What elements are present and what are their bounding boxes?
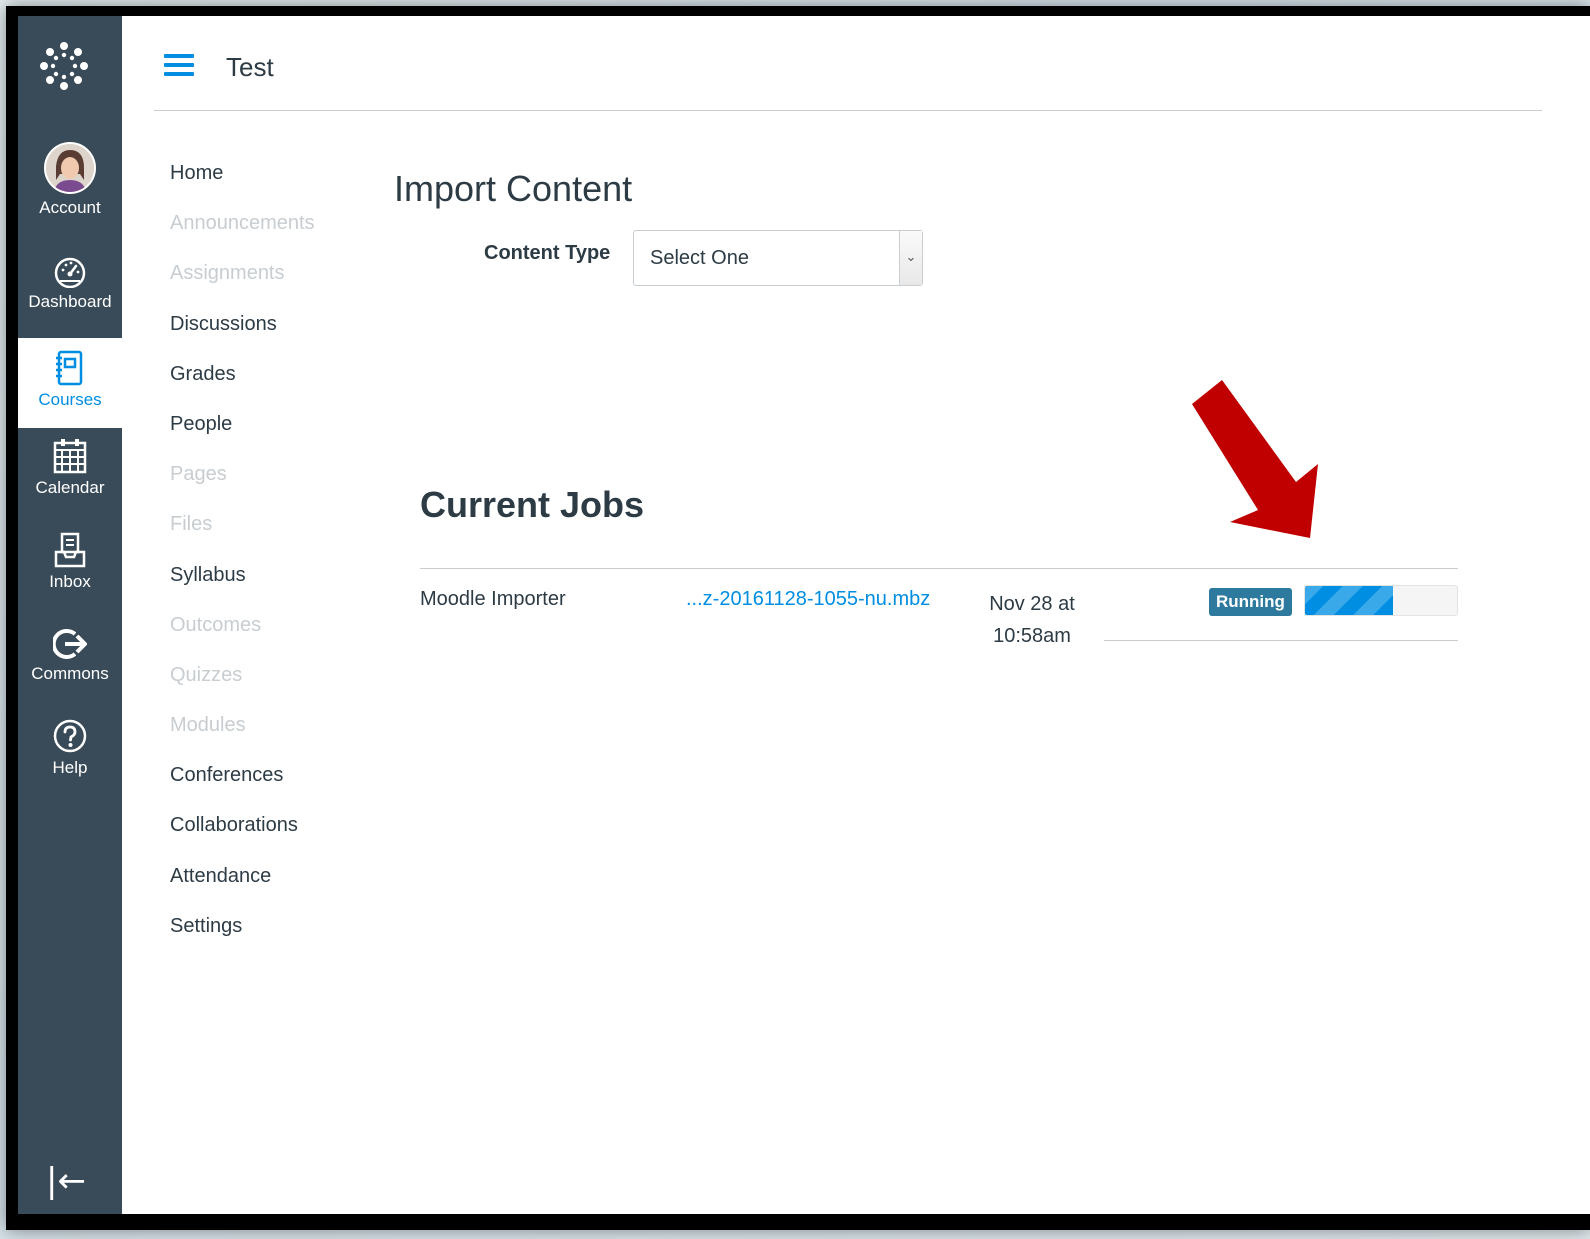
inbox-icon [54, 532, 86, 568]
course-nav-outcomes: Outcomes [170, 613, 262, 636]
nav-courses[interactable]: Courses [18, 338, 122, 428]
nav-account-label: Account [39, 198, 101, 217]
collapse-nav-icon[interactable]: |← [46, 1164, 86, 1198]
job-date-line2: 10:58am [993, 625, 1071, 647]
canvas-logo-icon[interactable] [36, 38, 92, 94]
course-nav-assignments: Assignments [170, 262, 285, 285]
job-file-link[interactable]: ...z-20161128-1055-nu.mbz [686, 588, 930, 611]
speedometer-icon [54, 257, 86, 288]
content-type-label: Content Type [484, 242, 611, 264]
chevron-down-icon[interactable]: ⌄ [899, 231, 922, 285]
nav-calendar[interactable]: Calendar [18, 438, 122, 498]
job-date: Nov 28 at 10:58am [982, 588, 1082, 652]
current-jobs-heading: Current Jobs [420, 484, 645, 525]
job-date-line1: Nov 28 at [989, 593, 1075, 615]
job-row-divider [1104, 640, 1458, 641]
nav-account[interactable]: Account [18, 142, 122, 218]
course-nav-syllabus[interactable]: Syllabus [170, 564, 315, 614]
course-nav-collaborations[interactable]: Collaborations [170, 814, 315, 864]
course-nav-grades[interactable]: Grades [170, 363, 315, 413]
course-nav-quizzes: Quizzes [170, 663, 243, 686]
help-circle-icon [53, 719, 87, 753]
course-nav-home[interactable]: Home [170, 162, 315, 212]
course-nav-discussions[interactable]: Discussions [170, 313, 315, 363]
nav-inbox[interactable]: Inbox [18, 532, 122, 592]
job-progress-fill [1305, 586, 1394, 615]
nav-dashboard[interactable]: Dashboard [18, 256, 122, 312]
hamburger-icon[interactable] [164, 54, 194, 76]
page-title: Import Content [394, 168, 633, 209]
book-icon [56, 350, 83, 386]
course-nav-attendance[interactable]: Attendance [170, 865, 315, 915]
nav-commons[interactable]: Commons [18, 628, 122, 684]
course-title[interactable]: Test [226, 52, 274, 83]
content-type-select[interactable]: Select One ⌄ [633, 230, 923, 286]
commons-arrow-icon [53, 629, 87, 659]
job-name: Moodle Importer [420, 588, 566, 610]
avatar [44, 142, 96, 194]
course-nav-announcements: Announcements [170, 212, 315, 235]
course-nav-pages: Pages [170, 463, 227, 486]
global-navigation: Account Dashboard Courses Calendar Inbox… [18, 16, 122, 1214]
course-nav-files: Files [170, 513, 213, 536]
annotation-arrow-icon [1192, 380, 1318, 538]
nav-dashboard-label: Dashboard [28, 292, 112, 311]
course-nav-settings[interactable]: Settings [170, 915, 315, 965]
nav-help[interactable]: Help [18, 718, 122, 778]
content-type-value: Select One [650, 247, 749, 269]
screenshot-frame: Account Dashboard Courses Calendar Inbox… [6, 6, 1590, 1230]
calendar-icon [53, 439, 87, 474]
course-header: Test [154, 16, 1542, 111]
course-nav-conferences[interactable]: Conferences [170, 764, 315, 814]
jobs-divider [420, 568, 1458, 569]
nav-help-label: Help [52, 758, 88, 777]
status-badge: Running [1209, 588, 1292, 616]
nav-commons-label: Commons [31, 664, 109, 683]
course-nav-people[interactable]: People [170, 413, 315, 463]
nav-calendar-label: Calendar [35, 478, 105, 497]
nav-inbox-label: Inbox [49, 572, 91, 591]
course-navigation: Home Announcements Assignments Discussio… [170, 162, 315, 965]
canvas-app-window: Account Dashboard Courses Calendar Inbox… [18, 16, 1590, 1214]
nav-courses-label: Courses [38, 390, 102, 409]
course-nav-modules: Modules [170, 714, 246, 737]
job-progress-bar [1304, 585, 1458, 616]
